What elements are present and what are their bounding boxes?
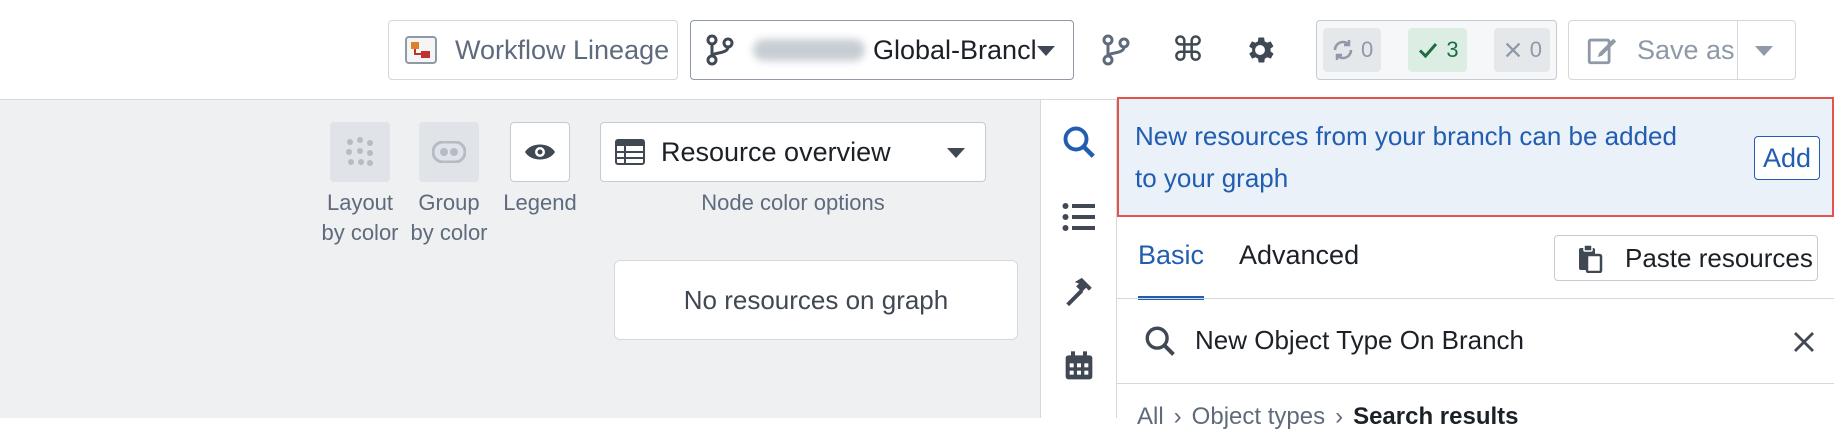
legend-label: Legend xyxy=(503,190,577,215)
resource-search-field[interactable]: New Object Type On Branch xyxy=(1117,299,1834,383)
chevron-right-icon: › xyxy=(1173,403,1182,430)
tab-basic[interactable]: Basic xyxy=(1138,240,1205,300)
add-button[interactable]: Add xyxy=(1753,136,1820,180)
paste-resources-button[interactable]: Paste resources xyxy=(1554,235,1818,281)
checks-running[interactable]: 0 xyxy=(1323,28,1382,72)
chevron-down-icon xyxy=(947,148,965,158)
divider xyxy=(1117,383,1834,384)
chevron-down-icon xyxy=(1037,46,1055,56)
command-icon[interactable]: ⌘ xyxy=(1168,30,1208,70)
cross-icon xyxy=(1505,42,1520,58)
workflow-lineage-button[interactable]: Workflow Lineage xyxy=(388,20,678,80)
breadcrumb-object-types[interactable]: Object types xyxy=(1192,403,1325,431)
divider xyxy=(1737,21,1738,79)
branch-selector[interactable]: Global-Brancl xyxy=(690,20,1074,80)
chevron-right-icon: › xyxy=(1335,403,1344,430)
tab-advanced[interactable]: Advanced xyxy=(1239,240,1359,296)
breadcrumb-all[interactable]: All xyxy=(1137,403,1164,431)
hammer-icon xyxy=(1066,277,1092,307)
breadcrumb: All › Object types › Search results xyxy=(1137,403,1519,431)
node-color-options-label: Node color options xyxy=(701,190,885,215)
list-tab-button[interactable] xyxy=(1059,197,1099,237)
paste-resources-label: Paste resources xyxy=(1625,242,1813,273)
workflow-lineage-label: Workflow Lineage xyxy=(455,34,670,65)
check-icon xyxy=(1419,43,1438,59)
node-color-select-value: Resource overview xyxy=(661,136,891,167)
layout-by-color-label: Layout by color xyxy=(321,190,399,245)
checks-passed[interactable]: 3 xyxy=(1408,28,1467,72)
clipboard-icon xyxy=(1579,244,1603,273)
group-by-color-button[interactable] xyxy=(419,122,479,182)
edit-icon xyxy=(1587,38,1617,65)
list-icon xyxy=(1062,203,1095,231)
branch-name: Global-Brancl xyxy=(873,34,1037,65)
layout-by-color-button[interactable] xyxy=(330,122,390,182)
side-rail xyxy=(1040,100,1117,418)
checks-summary[interactable]: 0 3 0 xyxy=(1316,20,1557,80)
empty-graph-message: No resources on graph xyxy=(614,260,1018,340)
search-icon xyxy=(1063,126,1095,158)
close-icon[interactable] xyxy=(1792,330,1816,354)
table-icon xyxy=(615,139,645,165)
build-tab-button[interactable] xyxy=(1059,272,1099,312)
git-branch-icon xyxy=(1102,34,1130,66)
top-toolbar: Workflow Lineage Global-Brancl ⌘ 0 3 0 S… xyxy=(0,0,1834,100)
calendar-tab-button[interactable] xyxy=(1059,346,1099,386)
workflow-lineage-icon xyxy=(405,36,437,64)
git-branch-icon xyxy=(706,34,734,66)
callout-message: New resources from your branch can be ad… xyxy=(1135,121,1677,193)
grid-dots-icon xyxy=(346,137,373,166)
calendar-icon xyxy=(1065,351,1093,380)
gear-icon xyxy=(1249,37,1274,63)
legend-button[interactable] xyxy=(510,122,570,182)
breadcrumb-search-results: Search results xyxy=(1353,403,1519,430)
checks-failed[interactable]: 0 xyxy=(1493,28,1550,72)
settings-button[interactable] xyxy=(1240,30,1280,70)
refresh-icon xyxy=(1333,40,1353,60)
resource-panel: New resources from your branch can be ad… xyxy=(1117,97,1834,430)
group-icon xyxy=(432,141,466,163)
group-by-color-label: Group by color xyxy=(410,190,488,245)
eye-icon xyxy=(525,144,555,160)
search-icon xyxy=(1145,326,1175,356)
checks-passed-count: 3 xyxy=(1446,37,1459,62)
search-tab-button[interactable] xyxy=(1059,122,1099,162)
new-resources-callout: New resources from your branch can be ad… xyxy=(1117,97,1834,217)
redacted-branch-prefix xyxy=(753,39,865,61)
search-input[interactable]: New Object Type On Branch xyxy=(1195,325,1524,356)
chevron-down-icon[interactable] xyxy=(1755,46,1773,56)
save-as-label: Save as xyxy=(1637,34,1735,65)
checks-running-count: 0 xyxy=(1361,37,1374,62)
node-color-select[interactable]: Resource overview xyxy=(600,122,986,182)
save-as-button[interactable]: Save as xyxy=(1568,20,1796,80)
branch-graph-button[interactable] xyxy=(1098,30,1134,70)
checks-failed-count: 0 xyxy=(1529,37,1542,62)
